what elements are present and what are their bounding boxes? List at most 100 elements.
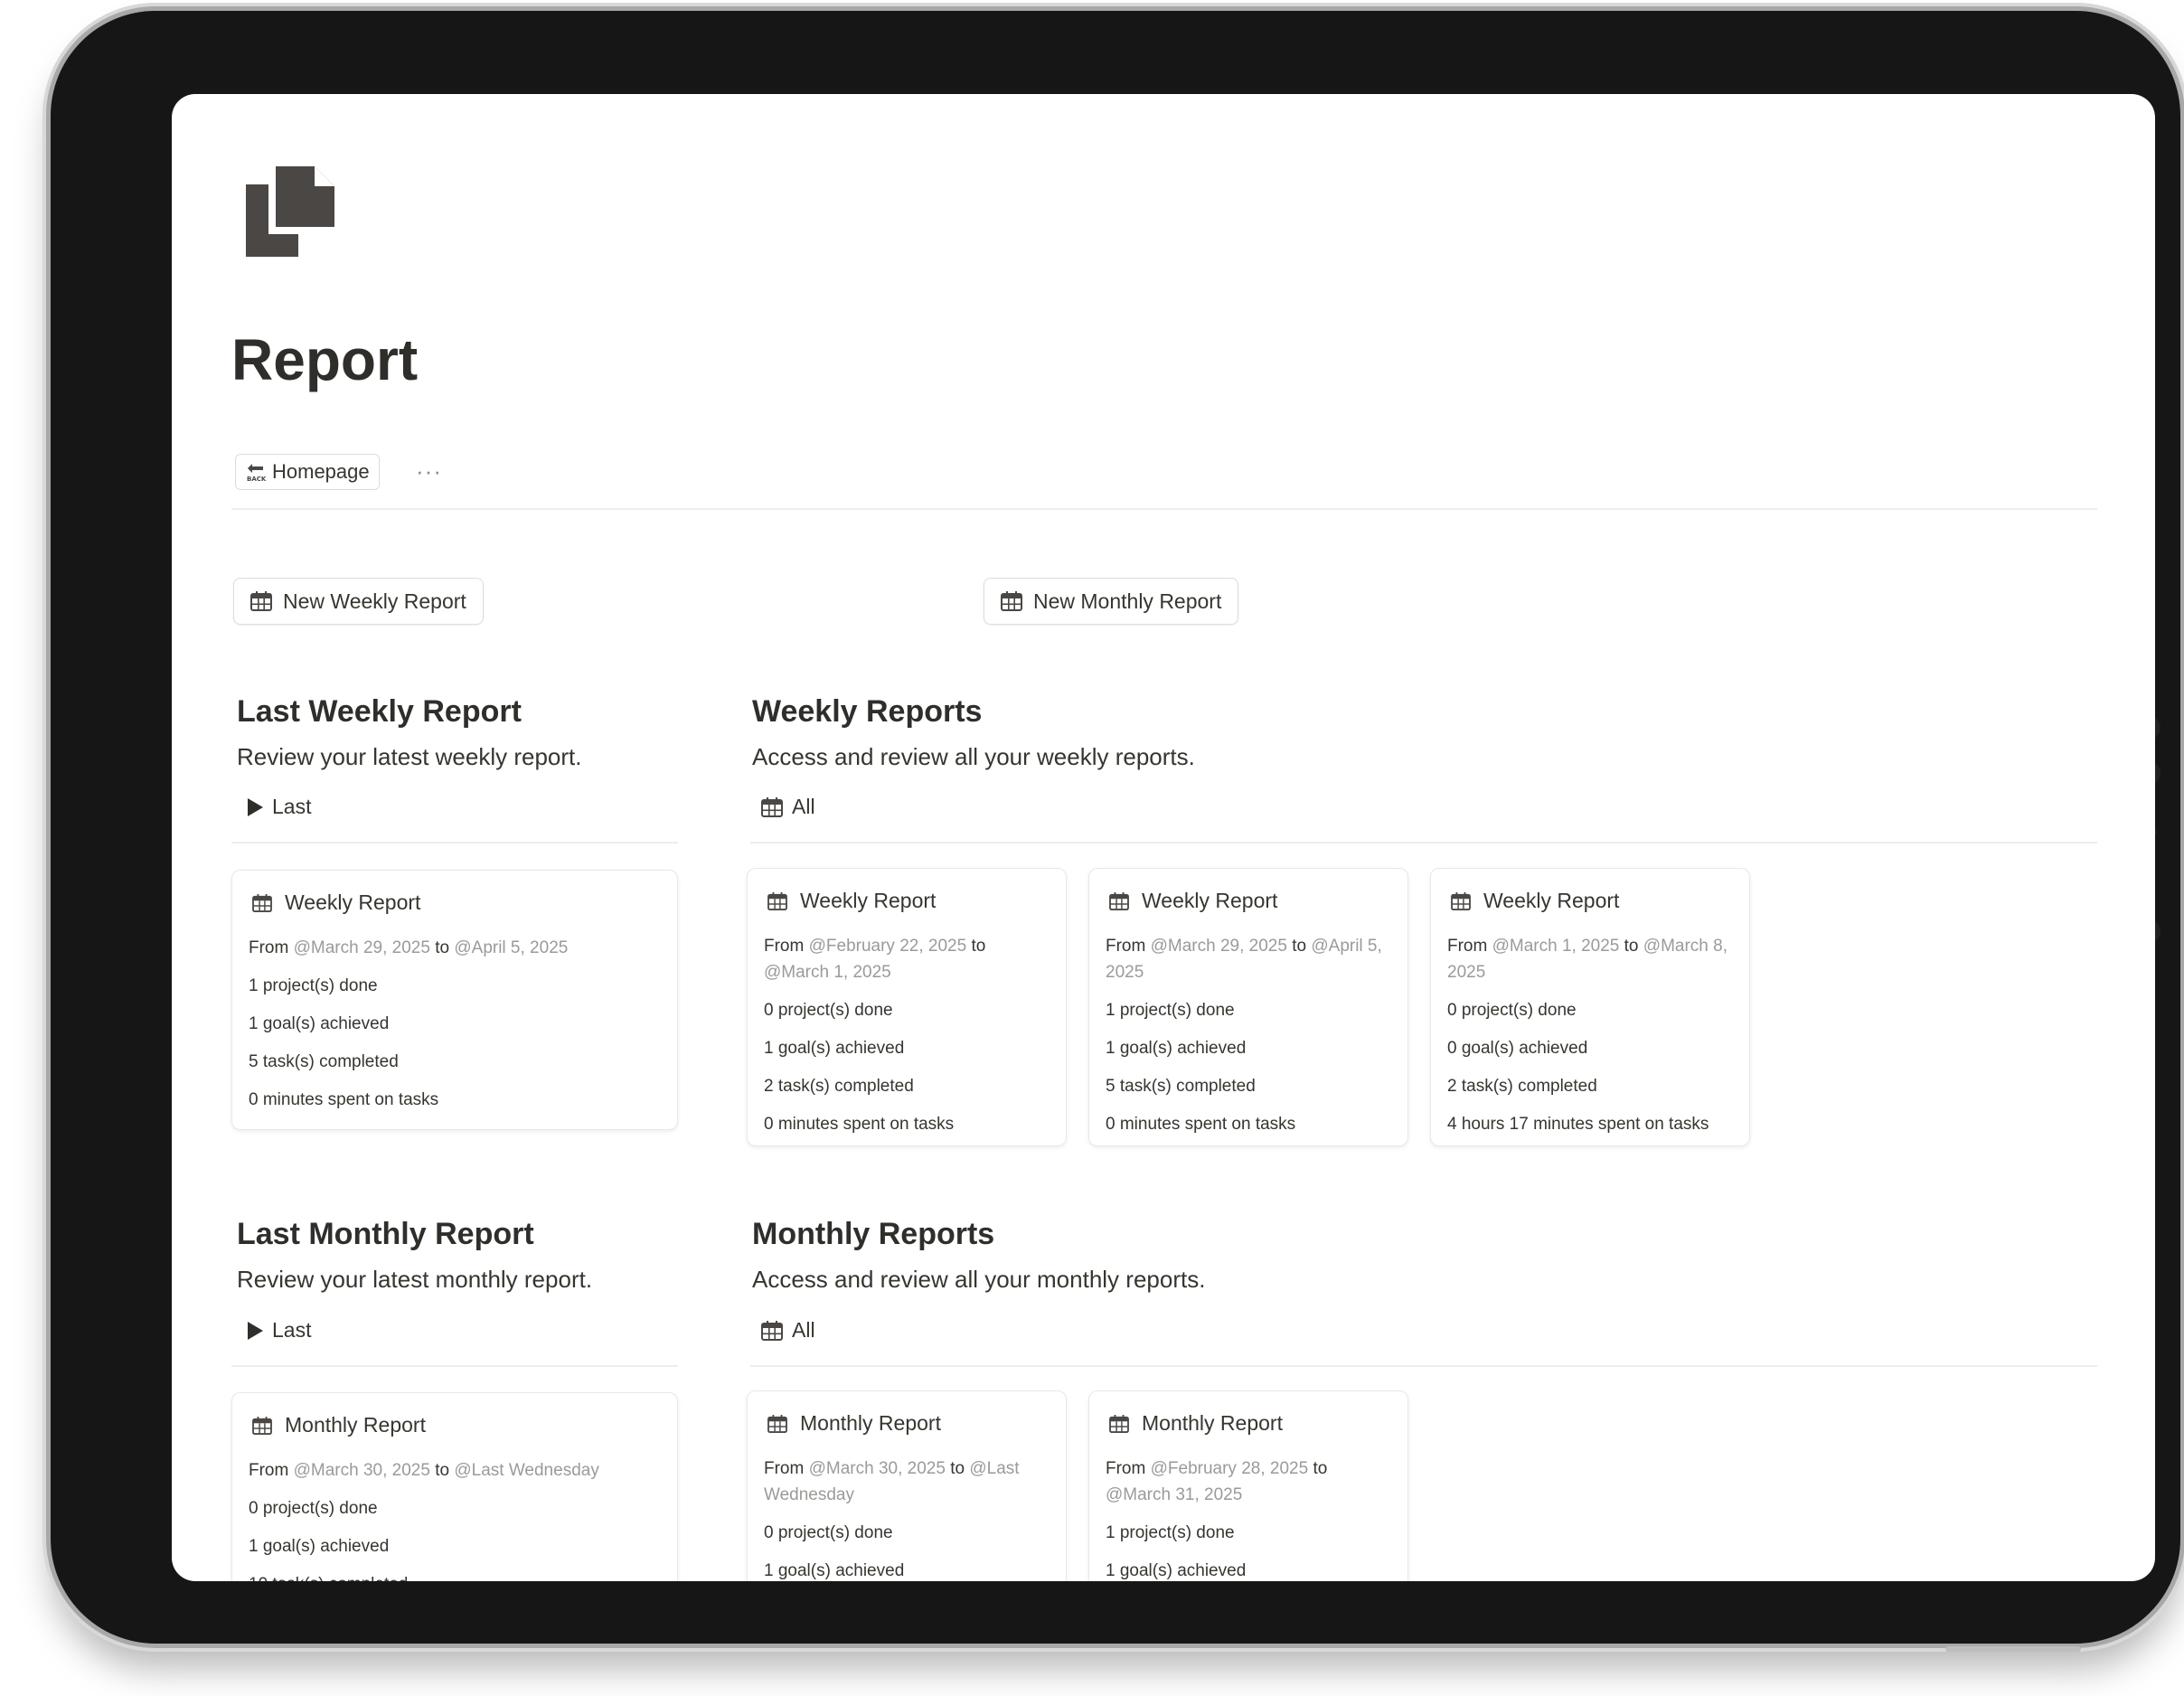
last-weekly-heading: Last Weekly Report: [237, 694, 522, 729]
to-label: to: [1624, 937, 1639, 956]
card-title: Monthly Report: [285, 1413, 426, 1437]
calendar-icon: [1109, 1414, 1129, 1433]
tasks-completed: 5 task(s) completed: [1106, 1077, 1256, 1096]
time-spent: 0 minutes spent on tasks: [1106, 1115, 1296, 1134]
from-label: From: [1106, 937, 1146, 956]
weekly-report-card[interactable]: Weekly Report From @March 1, 2025 to @Ma…: [1430, 868, 1750, 1146]
end-date-mention[interactable]: @March 1, 2025: [764, 963, 891, 982]
card-title: Weekly Report: [800, 889, 937, 912]
view-divider: [750, 1365, 2097, 1367]
more-options-icon[interactable]: ···: [416, 457, 442, 485]
new-monthly-report-label: New Monthly Report: [1033, 589, 1222, 613]
monthly-reports-description: Access and review all your monthly repor…: [752, 1266, 1206, 1293]
view-tab-label: Last: [272, 1318, 312, 1342]
from-label: From: [1447, 937, 1488, 956]
goals-achieved: 1 goal(s) achieved: [764, 1561, 905, 1580]
tablet-frame: Report BACK Homepage ··· New Weekly Repo…: [51, 11, 2180, 1652]
projects-done: 1 project(s) done: [1106, 1001, 1235, 1020]
date-range: From @March 1, 2025 to @March 8, 2025: [1447, 933, 1733, 985]
projects-done: 1 project(s) done: [249, 976, 378, 995]
from-label: From: [249, 938, 289, 957]
top-button: [1945, 1646, 2081, 1652]
goals-achieved: 1 goal(s) achieved: [249, 1537, 390, 1556]
start-date-mention[interactable]: @March 29, 2025: [1151, 937, 1287, 956]
date-range: From @March 30, 2025 to @Last Wednesday: [764, 1456, 1050, 1508]
time-spent: 0 minutes spent on tasks: [764, 1115, 955, 1134]
calendar-icon: [1109, 891, 1129, 910]
divider: [231, 508, 2097, 510]
card-title: Weekly Report: [1483, 889, 1620, 912]
last-weekly-card[interactable]: Weekly Report From @March 29, 2025 to @A…: [231, 870, 678, 1130]
calendar-icon: [767, 891, 787, 910]
projects-done: 0 project(s) done: [249, 1499, 378, 1518]
calendar-icon: [761, 796, 783, 817]
view-tab-label: All: [792, 795, 815, 818]
view-tab-last[interactable]: Last: [248, 795, 311, 819]
view-tab-all[interactable]: All: [761, 1318, 815, 1343]
weekly-reports-description: Access and review all your weekly report…: [752, 743, 1195, 770]
calendar-icon: [1451, 891, 1471, 910]
date-range: From @March 29, 2025 to @April 5, 2025: [1106, 933, 1391, 985]
start-date-mention[interactable]: @March 30, 2025: [809, 1459, 946, 1478]
monthly-report-card[interactable]: Monthly Report From @February 28, 2025 t…: [1088, 1390, 1408, 1581]
view-tab-label: Last: [272, 795, 312, 818]
tasks-completed: 2 task(s) completed: [1447, 1077, 1597, 1096]
calendar-icon: [761, 1320, 783, 1341]
to-label: to: [950, 1459, 965, 1478]
view-tab-all[interactable]: All: [761, 795, 815, 819]
end-date-mention[interactable]: @April 5, 2025: [454, 938, 568, 957]
monthly-report-card[interactable]: Monthly Report From @March 30, 2025 to @…: [747, 1390, 1067, 1581]
back-arrow-icon: BACK: [247, 464, 267, 483]
last-monthly-heading: Last Monthly Report: [237, 1217, 534, 1251]
goals-achieved: 0 goal(s) achieved: [1447, 1039, 1588, 1058]
goals-achieved: 1 goal(s) achieved: [1106, 1561, 1247, 1580]
date-range: From @March 29, 2025 to @April 5, 2025: [249, 935, 661, 961]
card-title: Weekly Report: [1142, 889, 1278, 912]
card-title: Monthly Report: [1142, 1411, 1283, 1435]
to-label: to: [1313, 1459, 1328, 1478]
date-range: From @March 30, 2025 to @Last Wednesday: [249, 1457, 661, 1484]
goals-achieved: 1 goal(s) achieved: [1106, 1039, 1247, 1058]
play-icon: [248, 1321, 263, 1340]
view-divider: [231, 1365, 678, 1367]
tasks-completed: 2 task(s) completed: [764, 1077, 914, 1096]
last-monthly-card[interactable]: Monthly Report From @March 30, 2025 to @…: [231, 1392, 678, 1581]
last-weekly-description: Review your latest weekly report.: [237, 743, 582, 770]
date-range: From @February 28, 2025 to @March 31, 20…: [1106, 1456, 1391, 1508]
start-date-mention[interactable]: @March 30, 2025: [294, 1461, 430, 1480]
weekly-report-card[interactable]: Weekly Report From @March 29, 2025 to @A…: [1088, 868, 1408, 1146]
view-tab-last[interactable]: Last: [248, 1318, 311, 1343]
new-weekly-report-button[interactable]: New Weekly Report: [233, 578, 484, 625]
documents-icon: [246, 166, 334, 257]
to-label: to: [971, 937, 986, 956]
projects-done: 0 project(s) done: [1447, 1001, 1577, 1020]
homepage-link[interactable]: BACK Homepage: [235, 454, 380, 490]
date-range: From @February 22, 2025 to @March 1, 202…: [764, 933, 1050, 985]
projects-done: 0 project(s) done: [764, 1523, 893, 1542]
svg-text:BACK: BACK: [247, 476, 267, 483]
weekly-reports-heading: Weekly Reports: [752, 694, 983, 729]
goals-achieved: 1 goal(s) achieved: [249, 1014, 390, 1033]
view-divider: [231, 842, 678, 843]
start-date-mention[interactable]: @February 28, 2025: [1151, 1459, 1309, 1478]
from-label: From: [764, 1459, 805, 1478]
projects-done: 1 project(s) done: [1106, 1523, 1235, 1542]
screen: Report BACK Homepage ··· New Weekly Repo…: [172, 94, 2155, 1581]
tasks-completed: 5 task(s) completed: [249, 1052, 399, 1071]
new-monthly-report-button[interactable]: New Monthly Report: [984, 578, 1239, 625]
time-spent: 0 minutes spent on tasks: [249, 1090, 439, 1109]
projects-done: 0 project(s) done: [764, 1001, 893, 1020]
to-label: to: [1292, 937, 1307, 956]
calendar-icon: [1001, 591, 1022, 611]
end-date-mention[interactable]: @March 31, 2025: [1106, 1485, 1242, 1504]
play-icon: [248, 797, 263, 816]
to-label: to: [435, 938, 450, 957]
weekly-report-card[interactable]: Weekly Report From @February 22, 2025 to…: [747, 868, 1067, 1146]
start-date-mention[interactable]: @March 29, 2025: [294, 938, 430, 957]
start-date-mention[interactable]: @March 1, 2025: [1492, 937, 1620, 956]
to-label: to: [435, 1461, 450, 1480]
last-monthly-description: Review your latest monthly report.: [237, 1266, 593, 1293]
time-spent: 4 hours 17 minutes spent on tasks: [1447, 1115, 1709, 1134]
start-date-mention[interactable]: @February 22, 2025: [809, 937, 967, 956]
end-date-mention[interactable]: @Last Wednesday: [454, 1461, 598, 1480]
